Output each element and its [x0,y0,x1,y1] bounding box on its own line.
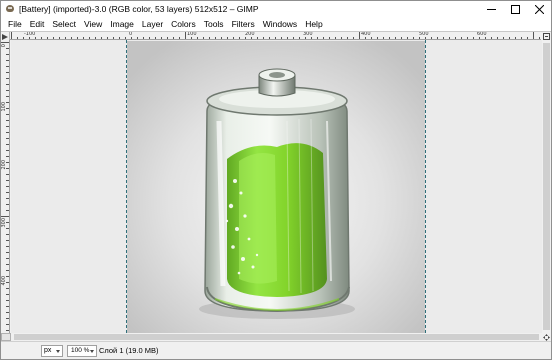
zoom-value: 100 % [71,347,90,354]
chevron-down-icon [56,350,60,353]
ruler-label: 300 [303,32,313,37]
status-bar: px 100 % Слой 1 (19.0 MB) [1,341,551,359]
ruler-label: 200 [1,160,7,170]
gimp-wilber-icon[interactable] [5,4,15,14]
close-icon [534,4,544,14]
ruler-label: 100 [187,32,197,37]
vertical-scrollbar-thumb[interactable] [543,43,550,330]
menu-filters[interactable]: Filters [228,17,259,31]
minimize-icon [486,8,496,10]
menu-view[interactable]: View [80,17,106,31]
navigate-button[interactable] [542,333,551,341]
ruler-label: 400 [1,276,7,286]
horizontal-ruler-ticks [11,32,540,39]
ruler-row: -100 0 100 200 300 400 500 600 [1,31,551,41]
chevron-down-icon [90,350,94,353]
image-canvas[interactable] [127,41,425,333]
canvas-area[interactable] [11,40,542,333]
zoom-toggle-icon [542,33,550,40]
horizontal-scrollbar[interactable] [11,333,542,341]
maximize-icon [510,4,520,14]
horizontal-ruler[interactable]: -100 0 100 200 300 400 500 600 [10,32,541,40]
ruler-label: 0 [129,32,133,37]
ruler-label: 400 [361,32,371,37]
menu-layer[interactable]: Layer [138,17,167,31]
ruler-label: -100 [24,32,36,37]
menu-image[interactable]: Image [106,17,138,31]
canvas-guide-left [126,40,127,333]
zoom-select[interactable]: 100 % [67,345,97,357]
title-bar: [Battery] (imported)-3.0 (RGB color, 53 … [1,1,551,17]
ruler-label: 0 [1,44,7,48]
ruler-label: 300 [1,218,7,228]
ruler-label: 200 [245,32,255,37]
image-menu-arrow-icon [2,33,8,40]
unit-value: px [44,347,52,354]
horizontal-scrollbar-thumb[interactable] [14,334,539,340]
menu-select[interactable]: Select [48,17,80,31]
gimp-window: [Battery] (imported)-3.0 (RGB color, 53 … [0,0,552,360]
window-controls [479,1,551,17]
vertical-ruler[interactable]: 0 100 200 300 400 [1,40,10,333]
menu-file[interactable]: File [4,17,26,31]
vertical-ruler-ticks [1,42,9,331]
close-button[interactable] [527,1,551,17]
ruler-label: 600 [477,32,487,37]
maximize-button[interactable] [503,1,527,17]
menu-windows[interactable]: Windows [259,17,301,31]
battery-image [127,41,425,333]
canvas-guide-right [425,40,426,333]
ruler-label: 500 [419,32,429,37]
layer-info: Слой 1 (19.0 MB) [99,346,159,355]
menu-help[interactable]: Help [301,17,326,31]
ruler-label: 100 [1,102,7,112]
menu-tools[interactable]: Tools [200,17,228,31]
navigate-icon [543,333,550,341]
quick-mask-toggle[interactable] [1,333,11,341]
menu-colors[interactable]: Colors [167,17,200,31]
unit-select[interactable]: px [41,345,63,357]
minimize-button[interactable] [479,1,503,17]
vertical-scrollbar[interactable] [542,40,551,333]
menu-bar: File Edit Select View Image Layer Colors… [1,17,551,31]
window-title: [Battery] (imported)-3.0 (RGB color, 53 … [19,4,259,14]
menu-edit[interactable]: Edit [26,17,49,31]
